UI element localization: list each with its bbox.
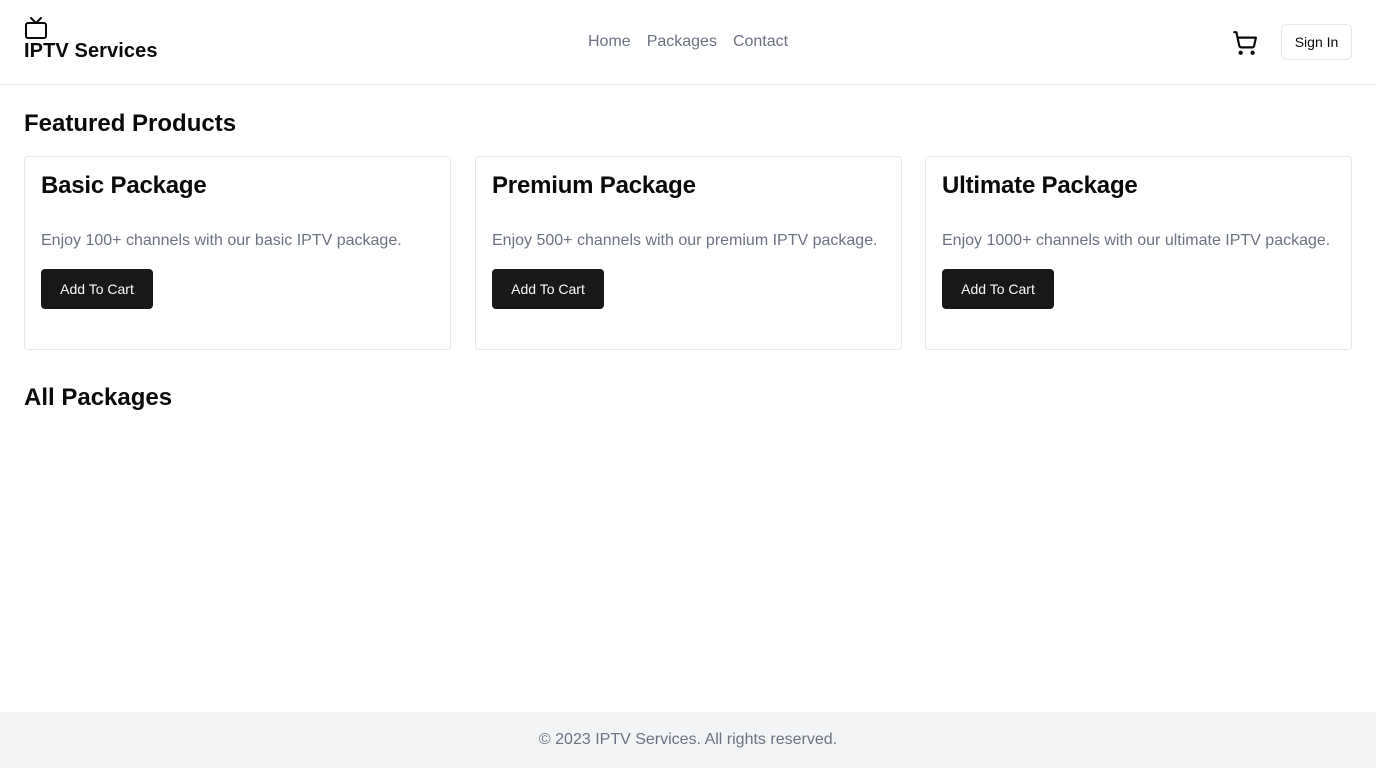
add-to-cart-button[interactable]: Add To Cart bbox=[492, 269, 604, 309]
product-card-basic: Basic Package Enjoy 100+ channels with o… bbox=[24, 156, 451, 350]
tv-icon bbox=[25, 17, 47, 39]
product-card-ultimate: Ultimate Package Enjoy 1000+ channels wi… bbox=[925, 156, 1352, 350]
all-packages-title: All Packages bbox=[24, 384, 173, 411]
brand-name: IPTV Services bbox=[24, 40, 158, 62]
product-card-premium: Premium Package Enjoy 500+ channels with… bbox=[475, 156, 902, 350]
card-description: Enjoy 100+ channels with our basic IPTV … bbox=[41, 232, 402, 249]
card-description: Enjoy 500+ channels with our premium IPT… bbox=[492, 232, 878, 249]
cart-icon bbox=[1233, 31, 1258, 55]
brand-link[interactable]: IPTV Services bbox=[24, 16, 158, 64]
nav-link-packages[interactable]: Packages bbox=[647, 30, 717, 54]
footer-copyright: © 2023 IPTV Services. All rights reserve… bbox=[538, 731, 838, 748]
card-description: Enjoy 1000+ channels with our ultimate I… bbox=[942, 232, 1331, 249]
card-title: Ultimate Package bbox=[942, 172, 1138, 199]
sign-in-button[interactable]: Sign In bbox=[1281, 24, 1352, 60]
main-nav: Home Packages Contact bbox=[588, 30, 788, 54]
site-footer: © 2023 IPTV Services. All rights reserve… bbox=[0, 712, 1376, 768]
add-to-cart-button[interactable]: Add To Cart bbox=[942, 269, 1054, 309]
cart-button[interactable] bbox=[1232, 30, 1258, 56]
site-header: IPTV Services Home Packages Contact Sign… bbox=[0, 0, 1376, 85]
nav-link-contact[interactable]: Contact bbox=[733, 30, 788, 54]
card-title: Premium Package bbox=[492, 172, 696, 199]
nav-link-home[interactable]: Home bbox=[588, 30, 631, 54]
featured-products-title: Featured Products bbox=[24, 110, 237, 137]
card-title: Basic Package bbox=[41, 172, 207, 199]
add-to-cart-button[interactable]: Add To Cart bbox=[41, 269, 153, 309]
